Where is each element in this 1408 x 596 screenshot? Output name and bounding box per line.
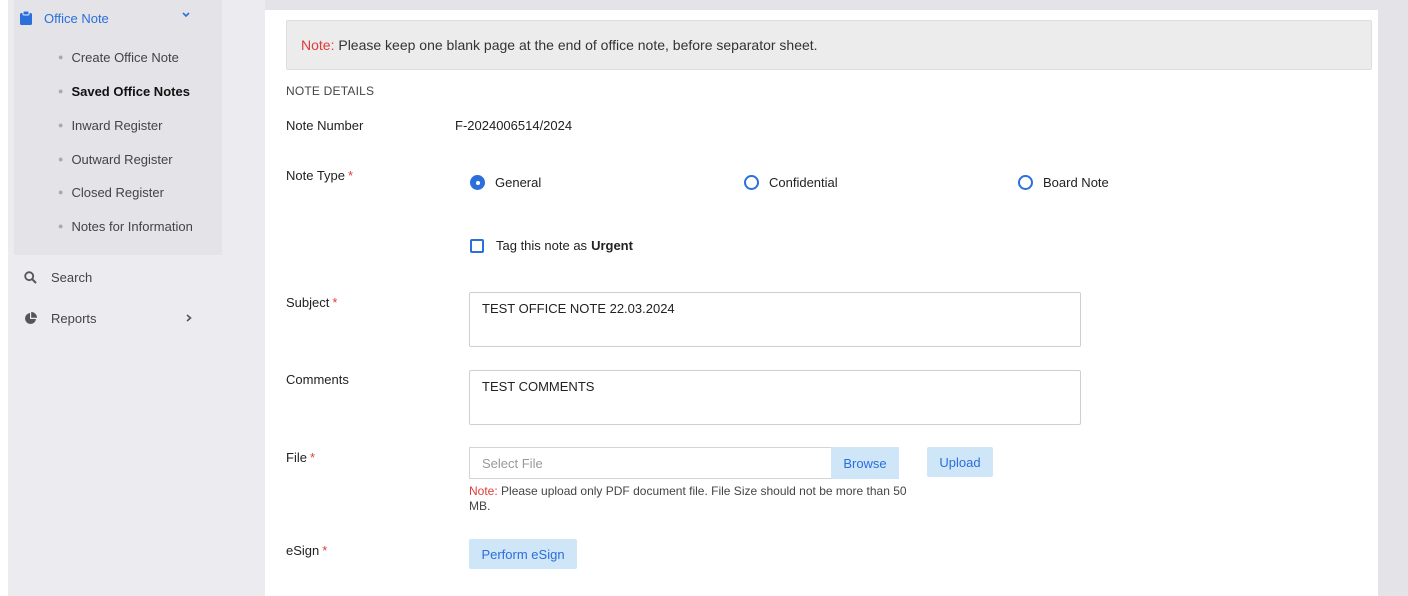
browse-button[interactable]: Browse [831, 447, 899, 479]
sidebar-subitem-label: Notes for Information [71, 218, 193, 234]
bullet-icon: ● [58, 187, 64, 197]
sidebar-subitem-inward-register[interactable]: ● Inward Register [58, 115, 162, 135]
sidebar-subitem-saved-office-notes[interactable]: ● Saved Office Notes [58, 81, 190, 101]
checkbox-unchecked-icon [470, 238, 484, 253]
sidebar-subitem-label: Outward Register [71, 151, 173, 167]
chevron-right-icon [186, 311, 192, 325]
sidebar-subitem-outward-register[interactable]: ● Outward Register [58, 149, 173, 169]
note-type-label-text: Note Type [286, 168, 346, 183]
note-type-label: Note Type * [286, 168, 353, 183]
bullet-icon: ● [58, 154, 64, 164]
bullet-icon: ● [58, 86, 64, 96]
note-number-label: Note Number [286, 118, 363, 133]
sidebar-item-label: Search [51, 269, 93, 285]
esign-label: eSign * [286, 543, 327, 558]
radio-unchecked-icon [1018, 175, 1033, 190]
sidebar-subitem-label: Create Office Note [71, 49, 179, 65]
pie-chart-icon [24, 311, 37, 325]
sidebar-subitem-closed-register[interactable]: ● Closed Register [58, 182, 164, 202]
section-title: NOTE DETAILS [286, 84, 375, 98]
sidebar: Office Note ● Create Office Note ● Saved… [8, 0, 265, 596]
file-label: File * [286, 450, 315, 465]
required-asterisk: * [309, 450, 316, 465]
chevron-down-icon [182, 10, 190, 21]
page-right-strip [1378, 0, 1408, 596]
clipboard-icon [20, 11, 32, 25]
radio-label: Board Note [1043, 175, 1109, 190]
search-icon [24, 270, 37, 284]
subject-textarea[interactable]: TEST OFFICE NOTE 22.03.2024 [469, 292, 1081, 347]
urgent-checkbox-text: Tag this note as [496, 238, 588, 253]
page-left-strip [0, 0, 8, 596]
esign-label-text: eSign [286, 543, 320, 558]
banner-note-text: Please keep one blank page at the end of… [334, 37, 818, 53]
radio-label: General [495, 175, 542, 190]
file-note-text: Please upload only PDF document file. Fi… [469, 484, 910, 513]
note-number-label-text: Note Number [286, 118, 364, 133]
sidebar-item-label: Office Note [44, 10, 109, 26]
banner-note-prefix: Note: [301, 37, 335, 53]
sidebar-subitem-notes-for-information[interactable]: ● Notes for Information [58, 216, 193, 236]
subject-label-text: Subject [286, 295, 330, 310]
required-asterisk: * [348, 168, 354, 183]
comments-label-text: Comments [286, 372, 349, 387]
upload-button[interactable]: Upload [927, 447, 993, 477]
subject-label: Subject * [286, 295, 337, 310]
urgent-checkbox-bold: Urgent [591, 238, 633, 253]
note-type-radio-board-note[interactable]: Board Note [1018, 175, 1109, 190]
sidebar-subitem-label: Closed Register [71, 184, 164, 200]
bullet-icon: ● [58, 120, 64, 130]
file-note-prefix: Note: [469, 484, 498, 498]
note-number-value: F-2024006514/2024 [455, 118, 573, 133]
urgent-checkbox[interactable]: Tag this note as Urgent [470, 238, 633, 253]
required-asterisk: * [332, 295, 338, 310]
radio-unchecked-icon [744, 175, 759, 190]
perform-esign-button[interactable]: Perform eSign [469, 539, 577, 569]
note-banner: Note: Please keep one blank page at the … [286, 20, 1372, 70]
comments-textarea[interactable]: TEST COMMENTS [469, 370, 1081, 425]
file-select-input[interactable]: Select File [469, 447, 831, 479]
required-asterisk: * [322, 543, 328, 558]
note-type-radio-confidential[interactable]: Confidential [744, 175, 838, 190]
note-type-radio-general[interactable]: General [470, 175, 541, 190]
radio-checked-icon [470, 175, 485, 190]
comments-label: Comments [286, 372, 349, 387]
bullet-icon: ● [58, 52, 64, 62]
file-upload-note: Note: Please upload only PDF document fi… [469, 484, 909, 514]
sidebar-subitem-create-office-note[interactable]: ● Create Office Note [58, 47, 179, 67]
sidebar-item-office-note[interactable]: Office Note [20, 6, 210, 30]
radio-label: Confidential [769, 175, 838, 190]
main-content: Note: Please keep one blank page at the … [265, 10, 1378, 596]
sidebar-item-search[interactable]: Search [24, 266, 92, 288]
file-label-text: File [286, 450, 307, 465]
sidebar-item-label: Reports [51, 310, 97, 326]
sidebar-subitem-label: Saved Office Notes [71, 83, 190, 99]
sidebar-item-reports[interactable]: Reports [24, 307, 192, 329]
sidebar-subitem-label: Inward Register [71, 117, 163, 133]
bullet-icon: ● [58, 221, 64, 231]
